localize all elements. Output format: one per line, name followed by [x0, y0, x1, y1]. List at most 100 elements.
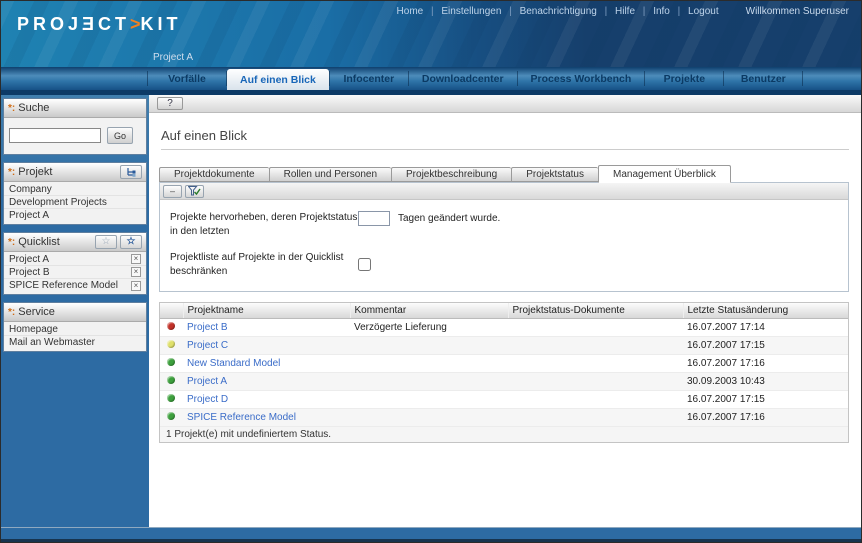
table-row: Project C 16.07.2007 17:15 — [160, 336, 848, 355]
nav-link-logout[interactable]: Logout — [688, 6, 719, 17]
remove-icon[interactable]: × — [131, 280, 141, 291]
table-row: SPICE Reference Model 16.07.2007 17:16 — [160, 408, 848, 427]
docs-cell — [508, 408, 683, 427]
filter-toolbar: – — [160, 183, 848, 200]
highlight-filter-suffix: Tagen geändert wurde. — [398, 213, 501, 224]
project-link-project-a[interactable]: Project A — [187, 376, 227, 387]
project-link-project-c[interactable]: Project C — [187, 340, 228, 351]
panel-bullet-icon: *: — [8, 102, 16, 114]
service-panel-title: Service — [18, 306, 55, 318]
main-tab-process-workbench[interactable]: Process Workbench — [518, 67, 645, 90]
filter-funnel-check-icon — [188, 186, 201, 196]
search-input[interactable] — [9, 128, 101, 143]
project-name-cell: New Standard Model — [183, 354, 350, 373]
status-cell — [160, 318, 183, 337]
apply-filter-button[interactable] — [185, 184, 204, 198]
column-header-projektstatus-dokumente: Projektstatus-Dokumente — [507, 303, 683, 319]
collapse-button[interactable]: – — [163, 184, 182, 198]
main-tab-bar: Vorfälle Auf einen Blick Infocenter Downloa… — [1, 67, 861, 90]
search-go-button[interactable]: Go — [107, 127, 133, 144]
main-tab-downloadcenter[interactable]: Downloadcenter — [409, 67, 517, 90]
nav-link-home[interactable]: Home — [397, 6, 424, 17]
remove-icon[interactable]: × — [131, 254, 141, 264]
project-name-cell: Project B — [183, 318, 350, 337]
service-item-mail-an-webmaster[interactable]: Mail an Webmaster — [4, 336, 146, 349]
title-divider — [161, 149, 849, 150]
list-item-label: Homepage — [9, 323, 58, 335]
project-item-project-a[interactable]: Project A — [4, 209, 146, 222]
footer-strip — [1, 527, 861, 542]
project-name-cell: Project D — [183, 390, 350, 409]
app-logo: PROJƎCT>KIT — [17, 14, 182, 35]
panel-bullet-icon: *: — [8, 236, 16, 248]
nav-link-info[interactable]: Info — [653, 6, 670, 17]
content-tab-projektdokumente[interactable]: Projektdokumente — [159, 167, 269, 182]
table-row: Project B Verzögerte Lieferung 16.07.2007 … — [160, 318, 848, 337]
status-cell — [160, 336, 183, 355]
main-tab-benutzer[interactable]: Benutzer — [724, 67, 802, 90]
service-item-homepage[interactable]: Homepage — [4, 323, 146, 336]
table-footer-row: 1 Projekt(e) mit undefiniertem Status. — [160, 425, 848, 442]
search-panel-header: *: Suche — [4, 99, 146, 118]
main-tab-auf-einen-blick[interactable]: Auf einen Blick — [227, 69, 329, 90]
column-header-kommentar: Kommentar — [349, 303, 508, 319]
project-item-company[interactable]: Company — [4, 183, 146, 196]
nav-link-benachrichtigung[interactable]: Benachrichtigung — [520, 6, 597, 17]
quicklist-panel-header: *: Quicklist ☆ ☆ — [4, 233, 146, 252]
help-button[interactable]: ? — [157, 97, 183, 110]
welcome-text: Willkommen Superuser — [745, 6, 849, 17]
docs-cell — [508, 336, 683, 355]
content-tab-projektstatus[interactable]: Projektstatus — [511, 167, 598, 182]
top-nav: Home | Einstellungen | Benachrichtigung … — [392, 6, 853, 17]
status-red-icon — [167, 321, 175, 330]
status-green-icon — [167, 357, 175, 366]
project-link-project-b[interactable]: Project B — [187, 322, 228, 333]
days-input[interactable] — [358, 211, 390, 226]
changed-cell: 16.07.2007 17:15 — [683, 336, 848, 355]
nav-link-hilfe[interactable]: Hilfe — [615, 6, 635, 17]
quicklist-item-spice-reference-model[interactable]: SPICE Reference Model × — [4, 279, 146, 292]
content-tab-management-berblick[interactable]: Management Überblick — [598, 165, 731, 183]
logo-text-right: KIT — [140, 14, 182, 34]
search-panel-title: Suche — [18, 102, 50, 114]
project-list: Company Development Projects Project A — [4, 182, 146, 224]
status-green-icon — [167, 393, 175, 402]
comment-cell — [350, 390, 508, 409]
project-link-spice-reference-model[interactable]: SPICE Reference Model — [187, 412, 296, 423]
project-tree-button[interactable] — [120, 165, 142, 179]
project-link-project-d[interactable]: Project D — [187, 394, 228, 405]
service-panel: *: Service Homepage Mail an Webmaster — [3, 302, 147, 352]
hierarchy-tree-icon — [126, 168, 135, 177]
status-yellow-icon — [167, 339, 175, 348]
table-row: Project D 16.07.2007 17:15 — [160, 390, 848, 409]
table-row: New Standard Model 16.07.2007 17:16 — [160, 354, 848, 373]
project-name-cell: SPICE Reference Model — [183, 408, 350, 427]
list-item-label: Project A — [9, 210, 50, 221]
project-item-development-projects[interactable]: Development Projects — [4, 196, 146, 209]
comment-cell: Verzögerte Lieferung — [350, 318, 508, 337]
nav-link-einstellungen[interactable]: Einstellungen — [441, 6, 501, 17]
status-cell — [160, 354, 183, 373]
changed-cell: 16.07.2007 17:16 — [683, 408, 848, 427]
changed-cell: 16.07.2007 17:15 — [683, 390, 848, 409]
quicklist-star-outline-button[interactable]: ☆ — [95, 235, 117, 249]
content-tab-projektbeschreibung[interactable]: Projektbeschreibung — [391, 167, 512, 182]
project-link-new-standard-model[interactable]: New Standard Model — [187, 358, 280, 369]
status-cell — [160, 390, 183, 409]
quicklist-list: Project A × Project B × SPICE Reference Mode… — [4, 252, 146, 294]
application-window: PROJƎCT>KIT Home | Einstellungen | Benac… — [0, 0, 862, 543]
search-panel: *: Suche Go — [3, 98, 147, 155]
main-tab-vorf-lle[interactable]: Vorfälle — [148, 67, 226, 90]
current-project-label: Project A — [153, 52, 194, 63]
quicklist-star-button[interactable]: ☆ — [120, 235, 142, 249]
quicklist-filter-checkbox[interactable] — [358, 258, 371, 271]
quicklist-item-project-a[interactable]: Project A × — [4, 253, 146, 266]
main-tab-infocenter[interactable]: Infocenter — [330, 67, 408, 90]
quicklist-item-project-b[interactable]: Project B × — [4, 266, 146, 279]
content-tab-rollen-und-personen[interactable]: Rollen und Personen — [268, 167, 392, 182]
list-item-label: Development Projects — [9, 196, 107, 208]
quicklist-panel-title: Quicklist — [18, 236, 60, 248]
main-tab-projekte[interactable]: Projekte — [645, 67, 723, 90]
remove-icon[interactable]: × — [131, 267, 141, 277]
column-header-letzte-status-nderung: Letzte Statusänderung — [682, 303, 848, 319]
